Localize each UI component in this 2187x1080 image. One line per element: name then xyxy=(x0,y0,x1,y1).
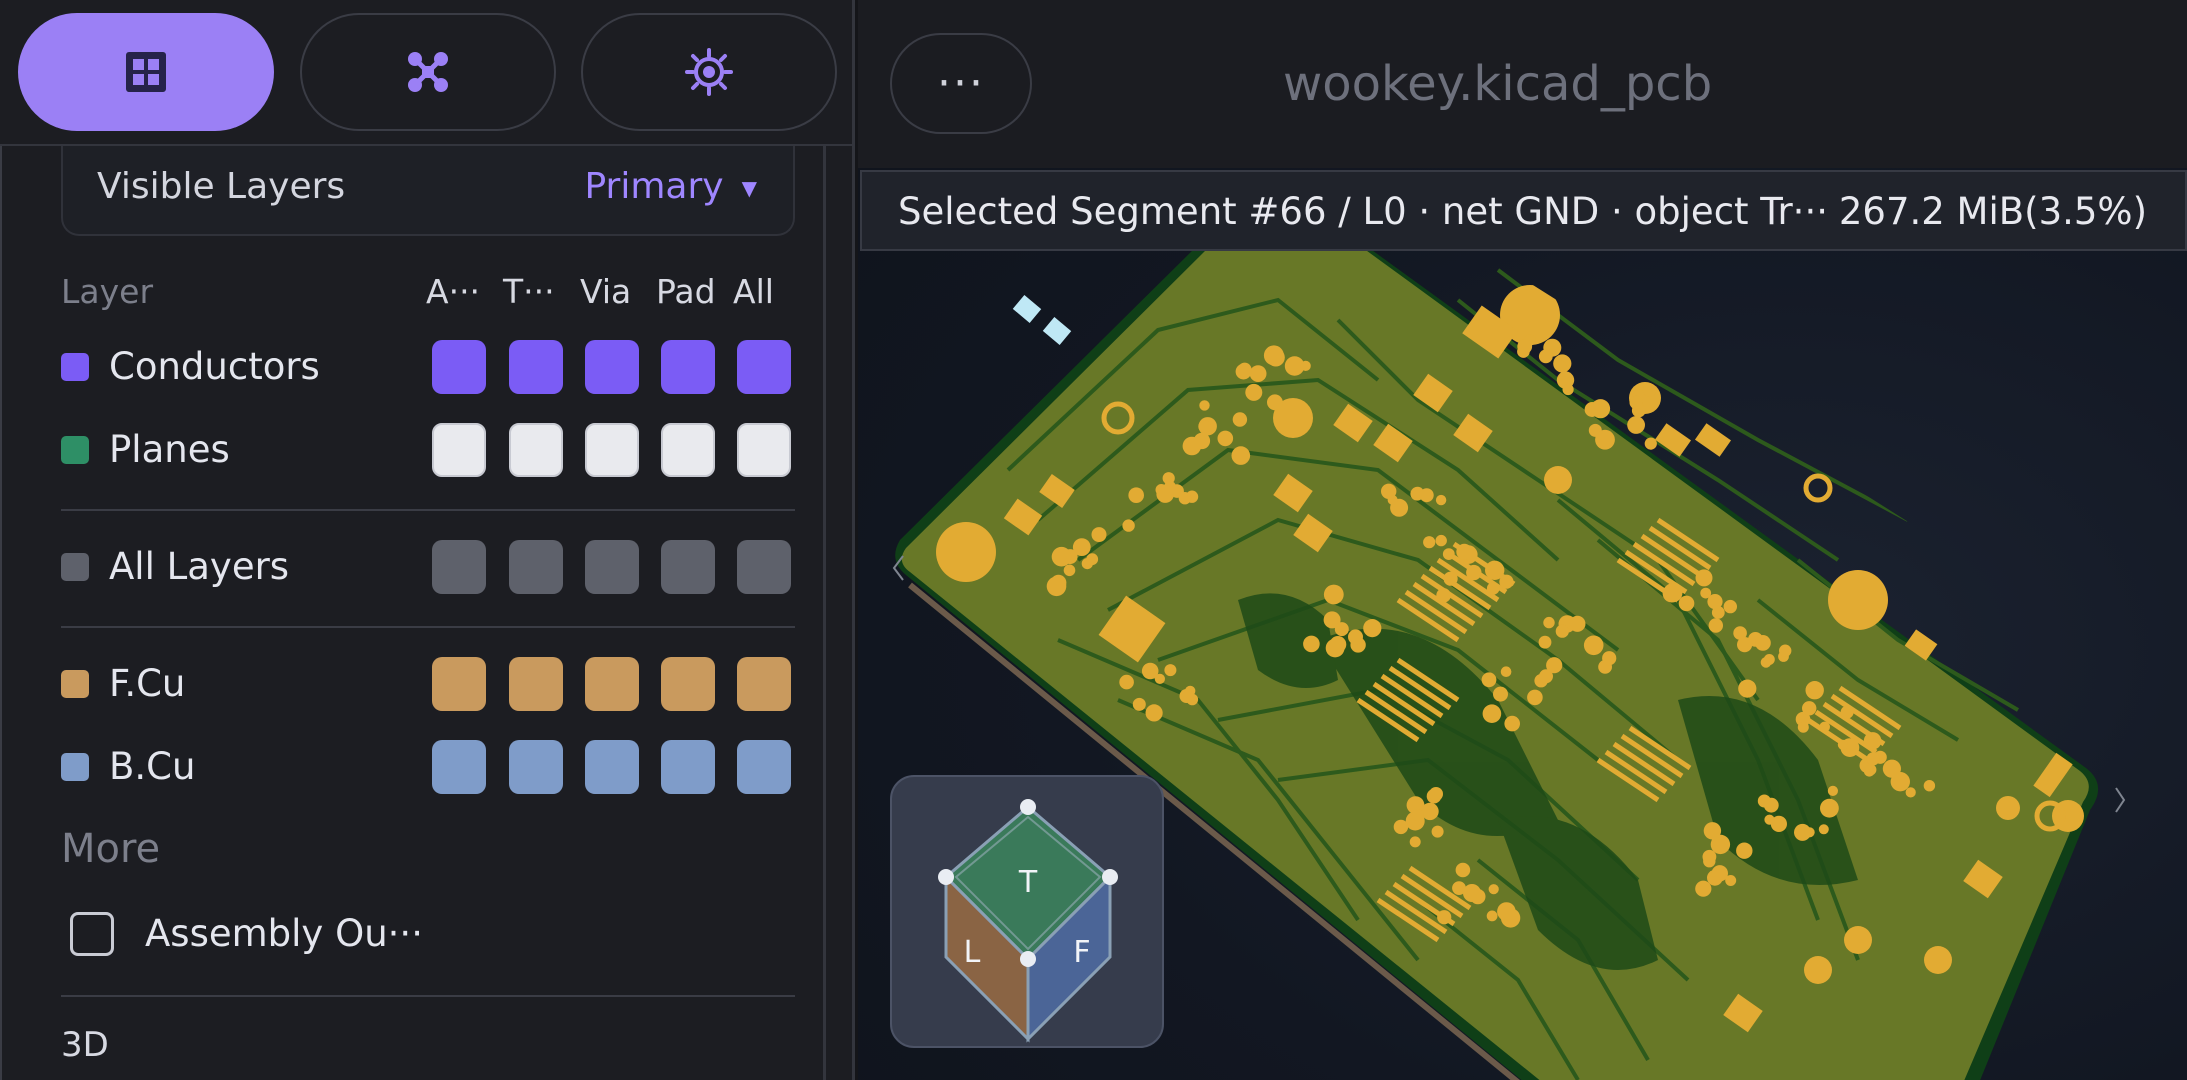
panel-border xyxy=(0,0,2,1080)
layer-toggle-a[interactable] xyxy=(432,740,486,794)
layer-preset-dropdown[interactable]: Primary ▼ xyxy=(584,166,757,207)
layer-color-swatch xyxy=(61,670,89,698)
layer-toggle-a[interactable] xyxy=(432,657,486,711)
view-cube[interactable]: T L F xyxy=(890,775,1164,1048)
more-menu-label: ··· xyxy=(937,58,985,109)
selection-status-bar: Selected Segment #66 / L0 · net GND · ob… xyxy=(860,170,2187,251)
layer-toggle-a[interactable] xyxy=(432,423,486,477)
layer-row-label: Conductors xyxy=(109,345,320,388)
section-3d-label: 3D xyxy=(61,1025,109,1065)
layer-toggle-all[interactable] xyxy=(737,540,791,594)
divider xyxy=(61,995,795,997)
divider xyxy=(61,626,795,628)
selection-status: Selected Segment #66 / L0 · net GND · ob… xyxy=(898,190,1828,233)
layer-toggle-pad[interactable] xyxy=(661,740,715,794)
more-section-label: More xyxy=(61,826,161,872)
column-header-t: T··· xyxy=(503,272,555,311)
layer-toggle-via[interactable] xyxy=(585,340,639,394)
layer-preset-value: Primary xyxy=(584,166,724,207)
more-menu-button[interactable]: ··· xyxy=(890,33,1032,134)
layer-toggle-all[interactable] xyxy=(737,340,791,394)
assembly-outline-checkbox[interactable] xyxy=(70,912,114,956)
layer-row-label: F.Cu xyxy=(109,662,186,705)
layer-toggle-a[interactable] xyxy=(432,340,486,394)
layer-toggle-t[interactable] xyxy=(509,657,563,711)
caret-down-icon: ▼ xyxy=(741,176,757,200)
layer-row-label: All Layers xyxy=(109,545,290,588)
layer-toggle-pad[interactable] xyxy=(661,657,715,711)
divider xyxy=(61,509,795,511)
column-header-a: A··· xyxy=(426,272,481,311)
cube-front-label[interactable]: F xyxy=(1073,935,1090,970)
cube-left-label[interactable]: L xyxy=(964,935,981,970)
layer-toggle-pad[interactable] xyxy=(661,540,715,594)
layer-toggle-all[interactable] xyxy=(737,657,791,711)
drone-icon xyxy=(408,52,448,92)
memory-usage: 267.2 MiB(3.5%) xyxy=(1838,190,2147,233)
tab-objects[interactable] xyxy=(300,13,556,131)
layer-row-label: Planes xyxy=(109,428,230,471)
column-header-layer: Layer xyxy=(61,272,154,311)
layer-toggle-via[interactable] xyxy=(585,657,639,711)
viewer-top-bar: ··· wookey.kicad_pcb xyxy=(858,0,2187,168)
layer-toggle-t[interactable] xyxy=(509,340,563,394)
visible-layers-header: Visible Layers Primary ▼ xyxy=(61,146,795,236)
column-header-via: Via xyxy=(580,272,632,311)
layer-toggle-pad[interactable] xyxy=(661,423,715,477)
layer-toggle-a[interactable] xyxy=(432,540,486,594)
grid-icon xyxy=(126,52,166,92)
column-header-pad: Pad xyxy=(656,272,716,311)
layer-toggle-all[interactable] xyxy=(737,740,791,794)
layers-panel: Visible Layers Primary ▼ Layer A··· T··· … xyxy=(0,0,855,1080)
layer-toggle-via[interactable] xyxy=(585,423,639,477)
layer-color-swatch xyxy=(61,753,89,781)
scrollbar[interactable] xyxy=(823,146,826,1080)
view-cube-icon: T L F xyxy=(938,799,1118,1043)
layer-toggle-t[interactable] xyxy=(509,423,563,477)
layer-toggle-pad[interactable] xyxy=(661,340,715,394)
layer-color-swatch xyxy=(61,436,89,464)
tab-settings[interactable] xyxy=(581,13,837,131)
layer-toggle-via[interactable] xyxy=(585,540,639,594)
panel-tab-bar xyxy=(0,0,852,146)
layer-toggle-t[interactable] xyxy=(509,740,563,794)
layer-row-label: B.Cu xyxy=(109,745,196,788)
tab-layers[interactable] xyxy=(18,13,274,131)
layer-toggle-via[interactable] xyxy=(585,740,639,794)
layer-toggle-all[interactable] xyxy=(737,423,791,477)
sun-target-icon xyxy=(685,48,733,96)
layer-color-swatch xyxy=(61,353,89,381)
assembly-outline-label: Assembly Ou··· xyxy=(145,912,423,955)
layer-toggle-t[interactable] xyxy=(509,540,563,594)
visible-layers-title: Visible Layers xyxy=(97,166,346,207)
layer-color-swatch xyxy=(61,553,89,581)
cube-top-label[interactable]: T xyxy=(1018,865,1038,900)
file-title: wookey.kicad_pcb xyxy=(1283,56,1713,112)
column-header-all: All xyxy=(733,272,774,311)
pcb-viewport[interactable]: ··· wookey.kicad_pcb Selected Segment #6… xyxy=(858,0,2187,1080)
